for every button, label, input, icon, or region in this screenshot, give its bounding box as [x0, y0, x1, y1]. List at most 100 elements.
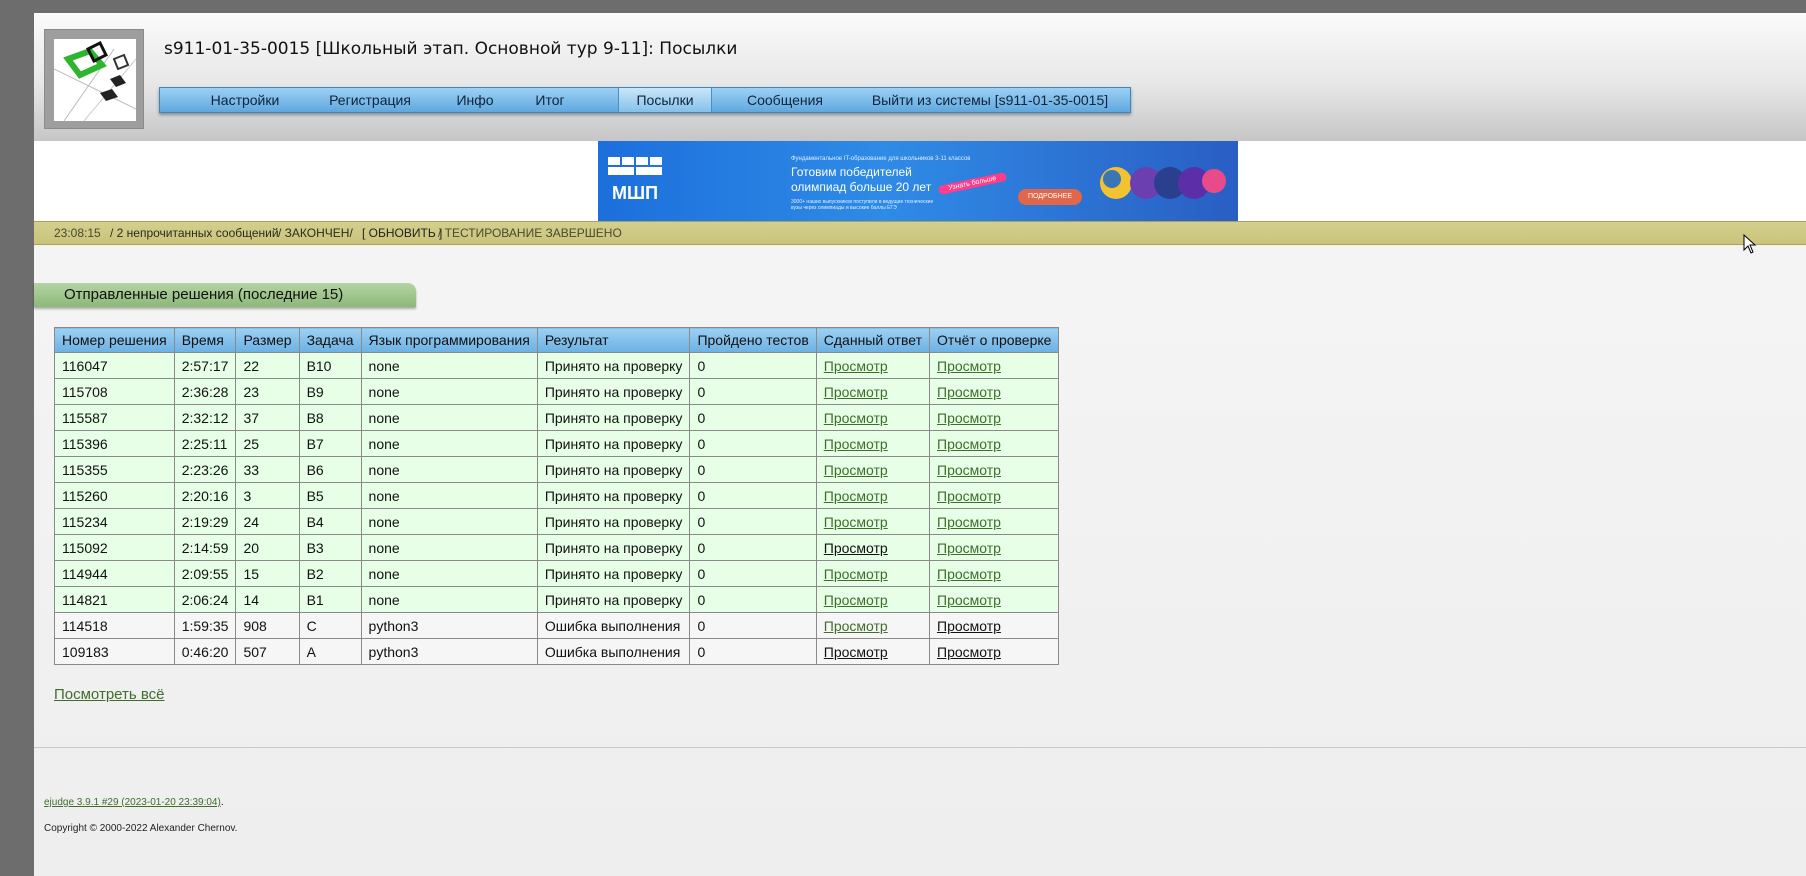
cell-answer-view-link: Просмотр	[815, 534, 931, 561]
cell-report-view-link: Просмотр	[928, 456, 1060, 483]
menu-settings[interactable]: Настройки	[200, 88, 290, 112]
cell-result: Ошибка выполнения	[536, 638, 691, 665]
cell-report-view-link: Просмотр	[928, 378, 1060, 405]
cell-problem: B10	[298, 352, 362, 379]
cell-language: none	[360, 508, 538, 535]
page-title: s911-01-35-0015 [Школьный этап. Основной…	[164, 39, 738, 59]
main-menu: Настройки Регистрация Инфо Итог Посылки …	[159, 87, 1131, 113]
answer-view-link[interactable]: Просмотр	[824, 410, 888, 426]
cell-time: 2:19:29	[173, 508, 237, 535]
cell-answer-view-link: Просмотр	[815, 508, 931, 535]
cell-time: 2:25:11	[173, 430, 237, 457]
contest-state: / ЗАКОНЧЕН/	[278, 226, 353, 240]
answer-view-link[interactable]: Просмотр	[824, 592, 888, 608]
report-view-link[interactable]: Просмотр	[937, 566, 1001, 582]
report-view-link[interactable]: Просмотр	[937, 514, 1001, 530]
cell-run-id: 115234	[54, 508, 175, 535]
menu-submissions[interactable]: Посылки	[618, 88, 712, 112]
table-row: 115708 2:36:28 23 B9 none Принято на проверку…	[54, 378, 1060, 405]
answer-view-link[interactable]: Просмотр	[824, 644, 888, 660]
report-view-link[interactable]: Просмотр	[937, 644, 1001, 660]
cell-time: 2:23:26	[173, 456, 237, 483]
menu-messages[interactable]: Сообщения	[720, 88, 850, 112]
table-row: 114944 2:09:55 15 B2 none Принято на проверку…	[54, 560, 1060, 587]
cell-tests-passed: 0	[689, 352, 817, 379]
answer-view-link[interactable]: Просмотр	[824, 514, 888, 530]
answer-view-link[interactable]: Просмотр	[824, 358, 888, 374]
cell-language: python3	[360, 638, 538, 665]
cell-size: 20	[235, 534, 300, 561]
menu-registration[interactable]: Регистрация	[310, 88, 430, 112]
cell-problem: B9	[298, 378, 362, 405]
cell-tests-passed: 0	[689, 482, 817, 509]
cell-size: 15	[235, 560, 300, 587]
mouse-pointer-icon	[1743, 234, 1757, 254]
report-view-link[interactable]: Просмотр	[937, 462, 1001, 478]
unread-messages-link[interactable]: / 2 непрочитанных сообщений	[110, 222, 279, 244]
ejudge-version-link[interactable]: ejudge 3.9.1 #29 (2023-01-20 23:39:04)	[44, 797, 221, 808]
table-row: 115355 2:23:26 33 B6 none Принято на проверку…	[54, 456, 1060, 483]
cell-problem: B5	[298, 482, 362, 509]
cell-report-view-link: Просмотр	[928, 508, 1060, 535]
banner-learn-more[interactable]: Узнать больше	[937, 171, 1007, 196]
cell-size: 507	[235, 638, 300, 665]
cell-run-id: 115587	[54, 404, 175, 431]
report-view-link[interactable]: Просмотр	[937, 436, 1001, 452]
cell-result: Принято на проверку	[536, 560, 691, 587]
cell-time: 2:32:12	[173, 404, 237, 431]
cubes-logo-icon	[53, 40, 137, 122]
cell-report-view-link: Просмотр	[928, 404, 1060, 431]
view-all-link[interactable]: Посмотреть всё	[54, 686, 165, 703]
submissions-table: Номер решения Время Размер Задача Язык п…	[54, 327, 1060, 665]
cell-run-id: 114518	[54, 612, 175, 639]
report-view-link[interactable]: Просмотр	[937, 358, 1001, 374]
answer-view-link[interactable]: Просмотр	[824, 566, 888, 582]
server-time: 23:08:15	[54, 226, 101, 240]
banner-details-button[interactable]: ПОДРОБНЕЕ	[1018, 189, 1082, 205]
report-view-link[interactable]: Просмотр	[937, 488, 1001, 504]
cell-answer-view-link: Просмотр	[815, 352, 931, 379]
cell-language: none	[360, 586, 538, 613]
banner-footnote: 3000+ наших выпускников поступили в веду…	[791, 199, 934, 211]
report-view-link[interactable]: Просмотр	[937, 410, 1001, 426]
banner-subtitle: Фундаментальное IT-образование для школь…	[791, 156, 971, 162]
cell-run-id: 114944	[54, 560, 175, 587]
report-view-link[interactable]: Просмотр	[937, 384, 1001, 400]
answer-view-link[interactable]: Просмотр	[824, 618, 888, 634]
col-run-id: Номер решения	[54, 327, 175, 353]
menu-standings[interactable]: Итог	[518, 88, 582, 112]
ad-banner[interactable]: МШП Фундаментальное IT-образование для ш…	[598, 141, 1238, 221]
col-size: Размер	[235, 327, 300, 353]
cell-result: Принято на проверку	[536, 586, 691, 613]
cell-result: Принято на проверку	[536, 456, 691, 483]
table-row: 115234 2:19:29 24 B4 none Принято на проверку…	[54, 508, 1060, 535]
cell-answer-view-link: Просмотр	[815, 404, 931, 431]
report-view-link[interactable]: Просмотр	[937, 592, 1001, 608]
refresh-button[interactable]: [ ОБНОВИТЬ ]	[362, 222, 442, 244]
cell-tests-passed: 0	[689, 560, 817, 587]
answer-view-link[interactable]: Просмотр	[824, 462, 888, 478]
header: s911-01-35-0015 [Школьный этап. Основной…	[34, 13, 1806, 141]
cell-size: 14	[235, 586, 300, 613]
cell-run-id: 115708	[54, 378, 175, 405]
col-problem: Задача	[298, 327, 362, 353]
cell-problem: B7	[298, 430, 362, 457]
cell-result: Принято на проверку	[536, 534, 691, 561]
banner-headline-line-2: олимпиад больше 20 лет	[791, 180, 932, 194]
cell-tests-passed: 0	[689, 508, 817, 535]
answer-view-link[interactable]: Просмотр	[824, 540, 888, 556]
menu-logout[interactable]: Выйти из системы [s911-01-35-0015]	[860, 88, 1120, 112]
cell-size: 24	[235, 508, 300, 535]
cell-tests-passed: 0	[689, 534, 817, 561]
report-view-link[interactable]: Просмотр	[937, 618, 1001, 634]
menu-info[interactable]: Инфо	[440, 88, 510, 112]
answer-view-link[interactable]: Просмотр	[824, 436, 888, 452]
col-result: Результат	[536, 327, 691, 353]
report-view-link[interactable]: Просмотр	[937, 540, 1001, 556]
cell-run-id: 115396	[54, 430, 175, 457]
cell-time: 2:57:17	[173, 352, 237, 379]
answer-view-link[interactable]: Просмотр	[824, 384, 888, 400]
testing-status: / ТЕСТИРОВАНИЕ ЗАВЕРШЕНО	[438, 226, 622, 240]
answer-view-link[interactable]: Просмотр	[824, 488, 888, 504]
svg-text:МШП: МШП	[612, 183, 658, 203]
